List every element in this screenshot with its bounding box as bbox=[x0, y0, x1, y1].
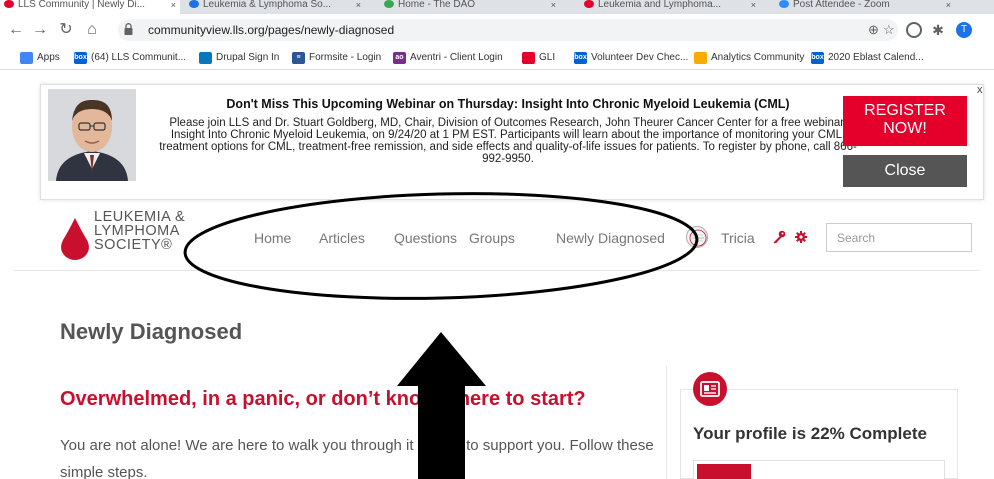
tab-favicon-icon bbox=[189, 0, 199, 8]
username-link[interactable]: Tricia bbox=[721, 230, 755, 246]
nav-item-newly-diagnosed[interactable]: Newly Diagnosed bbox=[556, 230, 665, 246]
tab-label: Leukemia & Lymphoma So... bbox=[203, 0, 332, 10]
browser-tab-strip: LLS Community | Newly Di... × Leukemia & L… bbox=[0, 0, 994, 14]
bookmark-label: Analytics Community bbox=[711, 52, 805, 63]
browser-tab[interactable]: Post Attendee - Zoom × bbox=[775, 0, 955, 14]
close-banner-button[interactable]: Close bbox=[843, 155, 967, 187]
bookmark-label: Formsite - Login bbox=[309, 52, 382, 63]
tab-label: Leukemia and Lymphoma... bbox=[598, 0, 722, 10]
annotation-ellipse bbox=[183, 192, 699, 300]
analytics-icon bbox=[694, 52, 707, 64]
forward-arrow-icon[interactable]: → bbox=[30, 20, 50, 40]
tab-close-icon[interactable]: × bbox=[751, 0, 756, 10]
bookmark-label: (64) LLS Communit... bbox=[91, 52, 187, 63]
nav-item-articles[interactable]: Articles bbox=[319, 230, 365, 246]
bookmark-label: Aventri - Client Login bbox=[410, 52, 503, 63]
profile-progress-fill bbox=[697, 464, 751, 479]
tab-label: Post Attendee - Zoom bbox=[793, 0, 890, 10]
browser-tab[interactable]: Leukemia & Lymphoma So... × bbox=[185, 0, 365, 14]
lls-logo-drop-icon[interactable] bbox=[60, 218, 90, 260]
box-icon: box bbox=[574, 52, 587, 64]
bookmark-label: Drupal Sign In bbox=[216, 52, 280, 63]
zoom-icon[interactable]: ⊕ bbox=[868, 22, 879, 38]
back-arrow-icon[interactable]: ← bbox=[6, 20, 26, 40]
profile-avatar[interactable]: T bbox=[956, 22, 972, 38]
register-now-button[interactable]: REGISTER NOW! bbox=[843, 96, 967, 146]
bookmark-item[interactable]: box 2020 Eblast Calend... bbox=[811, 51, 924, 65]
tab-close-icon[interactable]: × bbox=[551, 0, 556, 10]
browser-tab[interactable]: Home - The DAO × bbox=[380, 0, 560, 14]
dismiss-banner-icon[interactable]: x bbox=[977, 84, 983, 96]
banner-title: Don't Miss This Upcoming Webinar on Thur… bbox=[226, 97, 790, 111]
browser-tab[interactable]: LLS Community | Newly Di... × bbox=[0, 0, 180, 14]
register-now-label: REGISTER NOW! bbox=[864, 102, 946, 137]
formsite-icon: ≡ bbox=[292, 52, 305, 64]
box-icon: box bbox=[74, 52, 87, 64]
drop-icon bbox=[522, 52, 535, 64]
user-avatar[interactable] bbox=[686, 226, 708, 248]
gear-icon[interactable] bbox=[795, 231, 807, 243]
bookmark-label: 2020 Eblast Calend... bbox=[828, 52, 924, 63]
site-search-input[interactable] bbox=[826, 223, 972, 252]
address-bar[interactable]: communityview.lls.org/pages/newly-diagno… bbox=[118, 19, 898, 41]
bookmark-item[interactable]: Analytics Community bbox=[694, 51, 804, 65]
url-text: communityview.lls.org/pages/newly-diagno… bbox=[148, 23, 395, 37]
bookmark-label: Volunteer Dev Chec... bbox=[591, 52, 689, 63]
home-icon[interactable]: ⌂ bbox=[82, 20, 102, 40]
tab-close-icon[interactable]: × bbox=[946, 0, 951, 10]
bookmark-label: Apps bbox=[37, 52, 60, 63]
content-divider bbox=[666, 366, 667, 479]
drupal-icon bbox=[199, 52, 212, 64]
key-icon[interactable] bbox=[772, 230, 786, 244]
tab-label: Home - The DAO bbox=[398, 0, 476, 10]
bookmark-item[interactable]: box Volunteer Dev Chec... bbox=[574, 51, 688, 65]
bookmark-item[interactable]: Apps bbox=[20, 51, 60, 65]
lls-logo-text[interactable]: LEUKEMIA & LYMPHOMA SOCIETY® bbox=[94, 210, 185, 253]
extensions-puzzle-icon[interactable]: ✱ bbox=[930, 22, 946, 38]
bookmark-item[interactable]: box (64) LLS Communit... bbox=[74, 51, 186, 65]
apps-grid-icon bbox=[20, 52, 33, 64]
bookmark-star-icon[interactable]: ☆ bbox=[883, 22, 895, 38]
bookmark-item[interactable]: Drupal Sign In bbox=[199, 51, 279, 65]
tab-close-icon[interactable]: × bbox=[356, 0, 361, 10]
nav-item-groups[interactable]: Groups bbox=[469, 230, 515, 246]
nav-item-home[interactable]: Home bbox=[254, 230, 291, 246]
page-title: Newly Diagnosed bbox=[60, 319, 243, 344]
tab-label: LLS Community | Newly Di... bbox=[18, 0, 146, 10]
intro-text: You are not alone! We are here to walk y… bbox=[60, 437, 654, 479]
tab-favicon-icon bbox=[779, 0, 789, 8]
bookmarks-bar: Apps box (64) LLS Communit... Drupal Sign I… bbox=[0, 46, 994, 70]
webinar-banner: Don't Miss This Upcoming Webinar on Thur… bbox=[40, 84, 984, 200]
intro-heading: Overwhelmed, in a panic, or don’t know w… bbox=[60, 388, 586, 410]
tab-favicon-icon bbox=[4, 0, 14, 8]
header-divider bbox=[14, 270, 980, 271]
banner-body: Please join LLS and Dr. Stuart Goldberg,… bbox=[159, 117, 857, 165]
tab-close-icon[interactable]: × bbox=[171, 0, 176, 10]
tab-favicon-icon bbox=[384, 0, 394, 8]
bookmark-label: GLI bbox=[539, 52, 556, 63]
bookmark-item[interactable]: ≡ Formsite - Login bbox=[292, 51, 381, 65]
bookmark-item[interactable]: GLI bbox=[522, 51, 555, 65]
profile-card-icon bbox=[693, 372, 727, 406]
speaker-photo bbox=[48, 89, 136, 181]
bookmark-item[interactable]: ao Aventri - Client Login bbox=[393, 51, 503, 65]
reload-icon[interactable]: ↻ bbox=[56, 20, 76, 40]
box-icon: box bbox=[811, 52, 824, 64]
tab-favicon-icon bbox=[584, 0, 594, 8]
browser-tab[interactable]: Leukemia and Lymphoma... × bbox=[580, 0, 760, 14]
profile-progress-bar bbox=[693, 460, 945, 479]
extension-circle-icon[interactable] bbox=[906, 22, 922, 38]
aventri-icon: ao bbox=[393, 52, 406, 64]
browser-toolbar: ← → ↻ ⌂ communityview.lls.org/pages/newl… bbox=[0, 14, 994, 46]
lock-icon bbox=[124, 23, 133, 35]
profile-completion-title: Your profile is 22% Complete bbox=[693, 424, 927, 443]
nav-item-questions[interactable]: Questions bbox=[394, 230, 457, 246]
